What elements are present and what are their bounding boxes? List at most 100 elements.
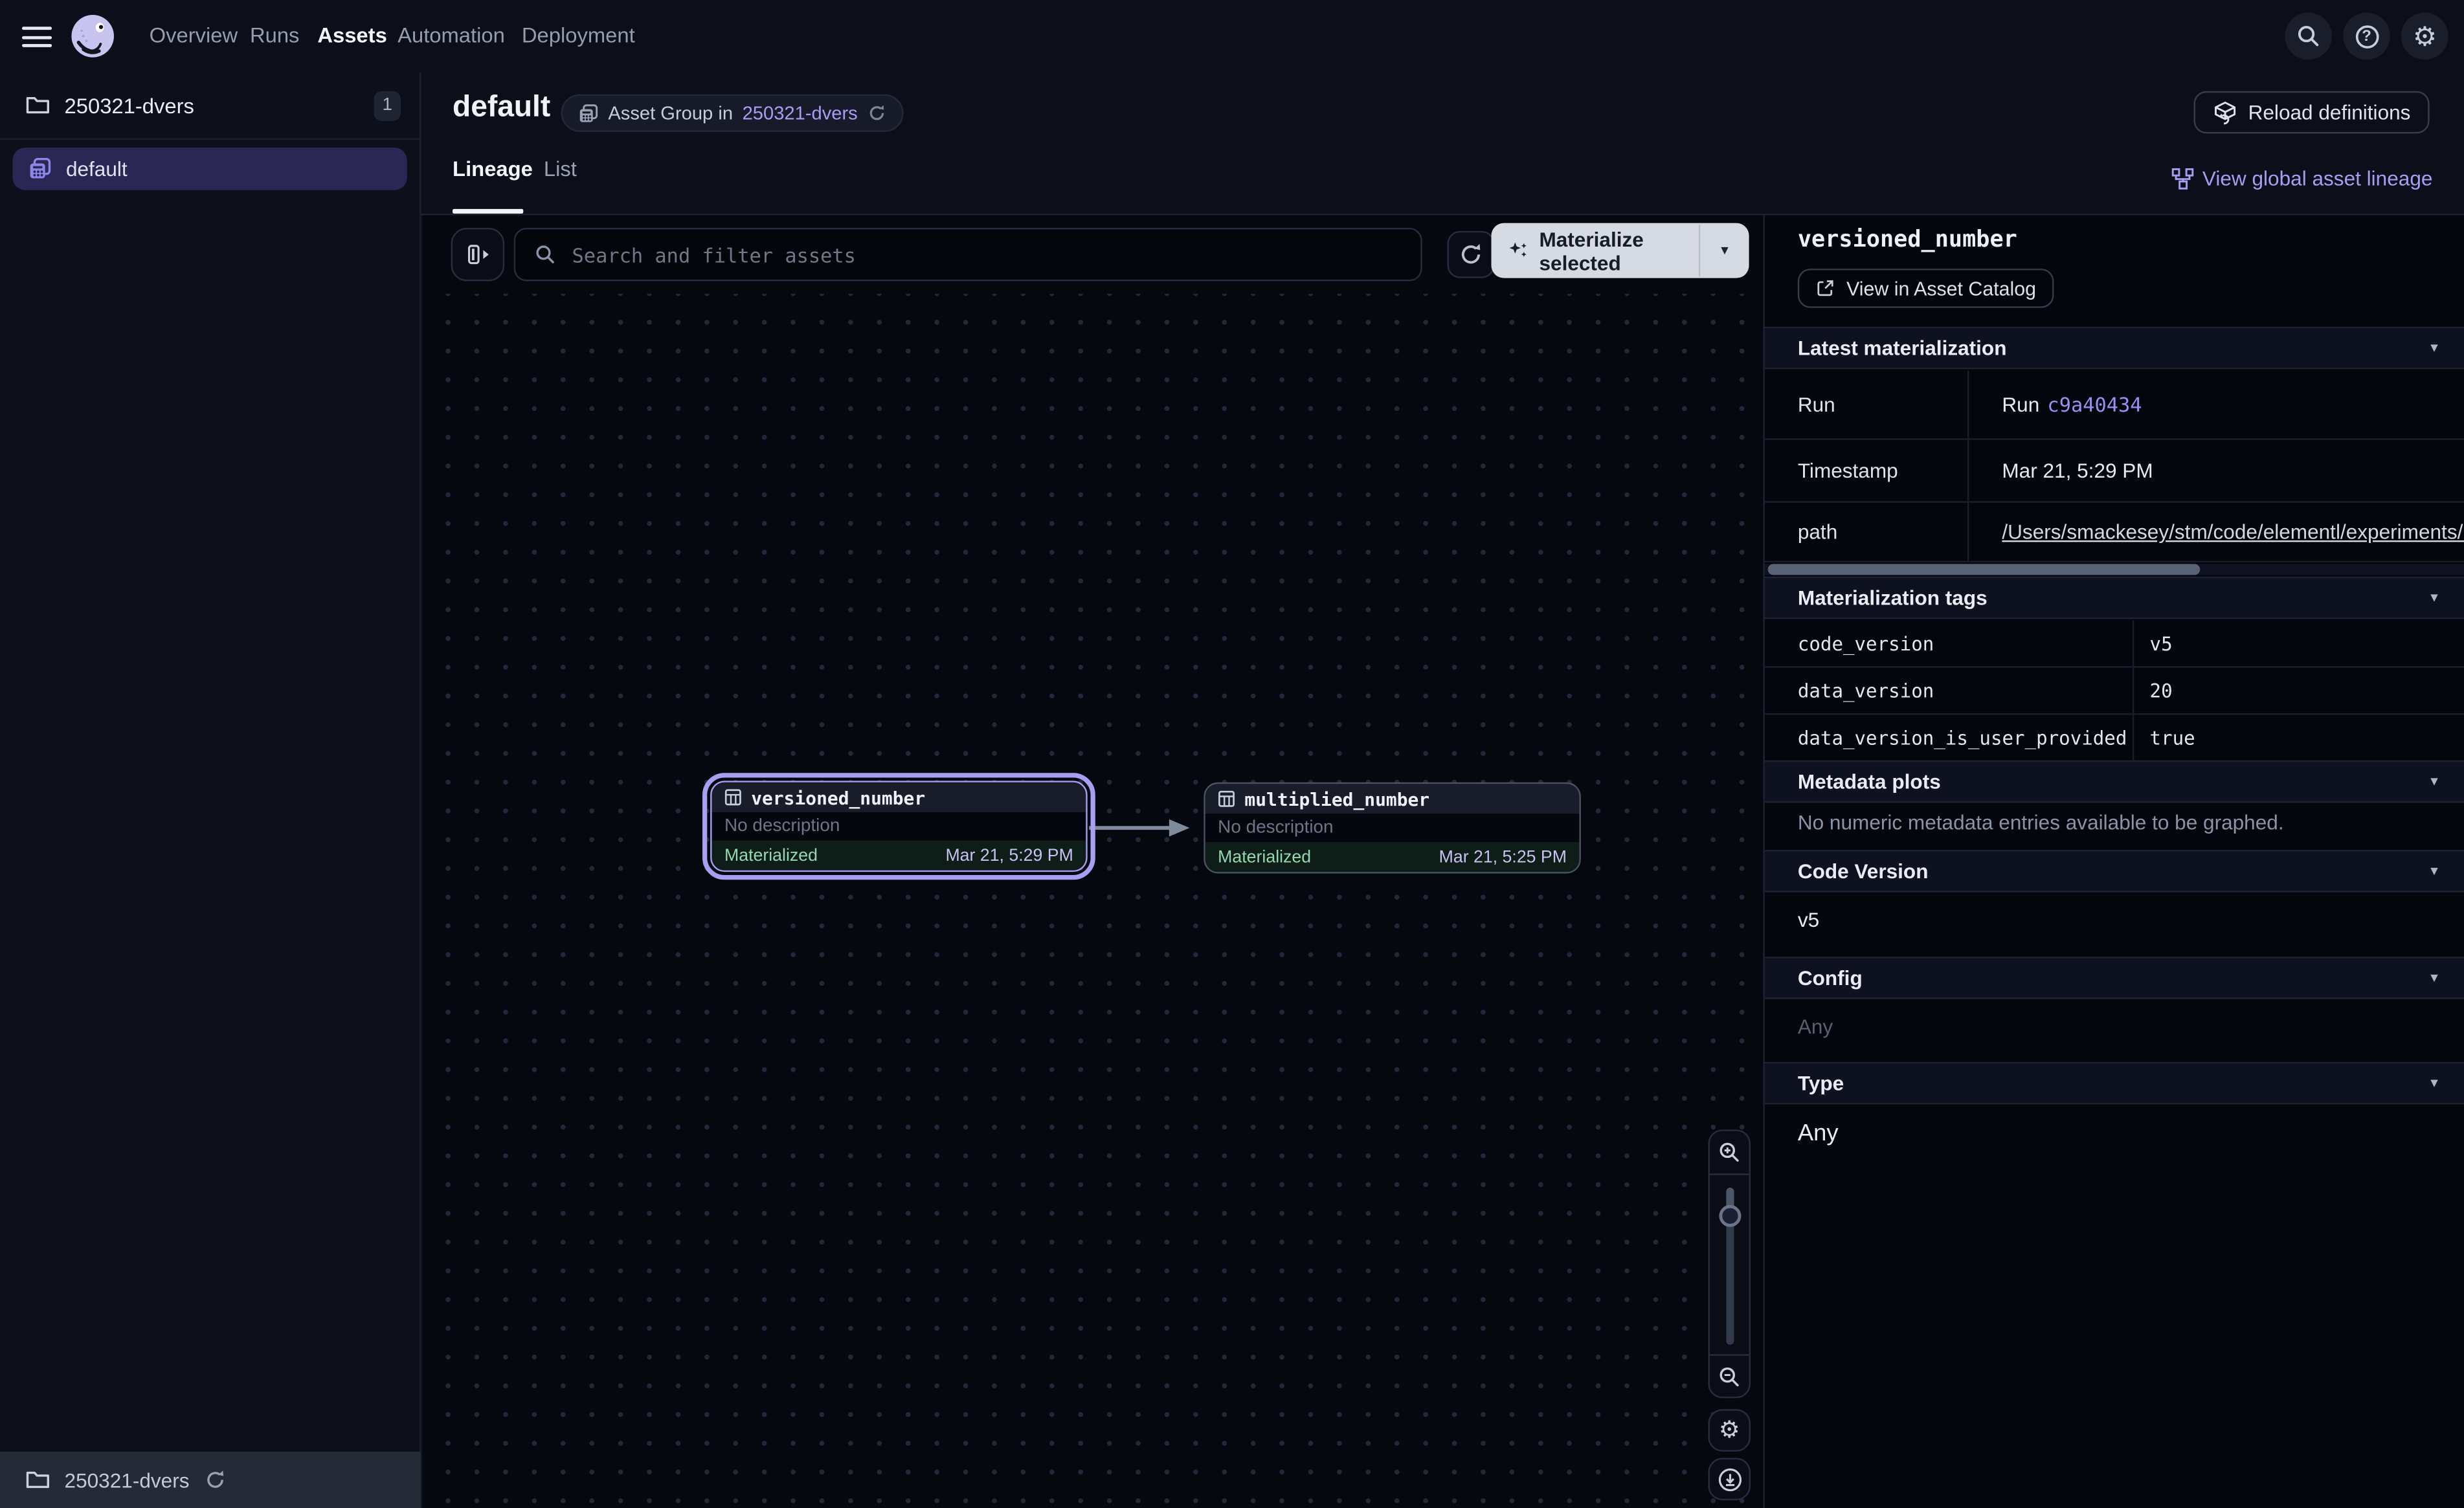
sidebar-repo-row[interactable]: 250321-dvers 1 — [0, 72, 420, 139]
materialize-selected-button[interactable]: Materialize selected ▼ — [1492, 223, 1749, 278]
table-icon — [724, 789, 742, 806]
nav-item-overview[interactable]: Overview — [150, 0, 238, 72]
materialized-timestamp: Mar 21, 5:29 PM — [945, 846, 1073, 865]
asset-node-multiplied-number[interactable]: multiplied_number No description Materia… — [1204, 782, 1581, 874]
section-header-code-version[interactable]: Code Version ▼ — [1765, 850, 2464, 893]
folder-icon — [25, 94, 50, 116]
chevron-down-icon: ▼ — [2428, 1076, 2440, 1091]
horizontal-scrollbar-thumb[interactable] — [1768, 564, 2201, 575]
search-input[interactable] — [569, 241, 1402, 268]
path-link[interactable]: /Users/smackesey/stm/code/elementl/exper… — [2002, 520, 2464, 543]
zoom-slider-thumb[interactable] — [1718, 1205, 1740, 1227]
section-header-latest-materialization[interactable]: Latest materialization ▼ — [1765, 327, 2464, 370]
hamburger-menu-icon[interactable] — [22, 27, 52, 47]
section-label: Code Version — [1798, 859, 1929, 883]
run-id-link[interactable]: c9a40434 — [2047, 393, 2142, 416]
badge-repo-link[interactable]: 250321-dvers — [743, 102, 858, 124]
download-graph-button[interactable] — [1708, 1458, 1751, 1501]
section-header-metadata-plots[interactable]: Metadata plots ▼ — [1765, 760, 2464, 803]
refresh-icon[interactable] — [867, 104, 886, 122]
type-value: Any — [1798, 1120, 1839, 1147]
view-global-asset-lineage-label: View global asset lineage — [2202, 166, 2433, 190]
refresh-icon — [1459, 242, 1484, 267]
repo-asset-count-badge: 1 — [374, 91, 401, 120]
view-global-asset-lineage-link[interactable]: View global asset lineage — [2171, 166, 2432, 190]
reload-definitions-button[interactable]: Reload definitions — [2193, 91, 2430, 134]
footer-location-label: 250321-dvers — [65, 1468, 190, 1491]
tab-list[interactable]: List — [544, 157, 577, 181]
asset-node-name: versioned_number — [751, 786, 925, 808]
section-header-config[interactable]: Config ▼ — [1765, 957, 2464, 999]
row-key: Run — [1765, 371, 1969, 438]
graph-settings-button[interactable]: ⚙ — [1708, 1409, 1751, 1452]
asset-details-panel: versioned_number View in Asset Catalog L… — [1763, 216, 2464, 1508]
code-version-value: v5 — [1798, 908, 1819, 931]
dagster-app: Overview Runs Assets Automation Deployme… — [0, 0, 2464, 1508]
dagster-logo-icon[interactable] — [69, 12, 117, 60]
row-key: code_version — [1765, 621, 2134, 666]
materialized-timestamp: Mar 21, 5:25 PM — [1439, 848, 1567, 867]
materialized-status: Materialized — [724, 846, 818, 865]
asset-node-description: No description — [712, 812, 1086, 841]
settings-button[interactable]: ⚙ — [2401, 12, 2448, 60]
asset-search-box — [514, 228, 1422, 282]
section-header-type[interactable]: Type ▼ — [1765, 1062, 2464, 1105]
horizontal-scrollbar-track[interactable] — [1765, 564, 2464, 575]
folder-icon — [25, 1469, 50, 1491]
nav-item-runs[interactable]: Runs — [250, 0, 299, 72]
row-value: Run c9a40434 — [1969, 371, 2464, 438]
row-value: 20 — [2134, 668, 2464, 713]
view-in-asset-catalog-label: View in Asset Catalog — [1846, 277, 2036, 299]
section-label: Config — [1798, 966, 1863, 990]
graph-canvas[interactable] — [423, 294, 1763, 1508]
row-key: data_version — [1765, 668, 2134, 713]
run-prefix: Run — [2002, 393, 2039, 416]
materialize-selected-main[interactable]: Materialize selected — [1492, 223, 1699, 278]
nav-item-automation[interactable]: Automation — [398, 0, 505, 72]
row-key: path — [1765, 503, 1969, 561]
zoom-control-group — [1708, 1129, 1751, 1398]
search-icon — [534, 243, 556, 265]
section-label: Materialization tags — [1798, 586, 1988, 609]
sidebar-item-label: default — [66, 157, 128, 181]
lineage-graph-pane: Materialize selected ▼ versioned_number — [423, 216, 1763, 1508]
materialize-dropdown-toggle[interactable]: ▼ — [1700, 223, 1749, 278]
badge-prefix: Asset Group in — [608, 102, 733, 124]
chevron-down-icon: ▼ — [2428, 971, 2440, 985]
table-icon — [1218, 790, 1235, 808]
nav-item-deployment[interactable]: Deployment — [522, 0, 635, 72]
zoom-slider[interactable] — [1710, 1173, 1749, 1356]
sparkle-icon — [1508, 239, 1528, 262]
sidebar-divider — [0, 139, 420, 140]
reload-definitions-label: Reload definitions — [2248, 100, 2411, 124]
row-value: true — [2134, 715, 2464, 760]
chevron-down-icon: ▼ — [2428, 775, 2440, 789]
nav-item-assets[interactable]: Assets — [317, 0, 386, 72]
search-button[interactable] — [2285, 12, 2332, 60]
asset-node-name: multiplied_number — [1244, 788, 1429, 810]
sidebar-item-default-group[interactable]: default — [12, 148, 407, 190]
active-tab-underline — [453, 209, 523, 214]
row-value: Mar 21, 5:29 PM — [1969, 440, 2464, 502]
section-label: Metadata plots — [1798, 770, 1941, 793]
repo-name: 250321-dvers — [65, 93, 360, 116]
help-button[interactable]: ? — [2343, 12, 2390, 60]
download-icon — [1717, 1467, 1742, 1492]
external-link-icon — [1815, 278, 1836, 299]
metadata-plots-empty-message: No numeric metadata entries available to… — [1798, 810, 2284, 834]
refresh-graph-button[interactable] — [1448, 231, 1495, 278]
zoom-in-button[interactable] — [1710, 1131, 1749, 1174]
reload-definitions-icon — [2212, 100, 2237, 125]
section-header-materialization-tags[interactable]: Materialization tags ▼ — [1765, 577, 2464, 619]
zoom-out-button[interactable] — [1710, 1356, 1749, 1399]
refresh-icon[interactable] — [203, 1469, 225, 1491]
tab-lineage[interactable]: Lineage — [453, 157, 533, 181]
lineage-edge-arrow — [1089, 817, 1196, 839]
open-panel-toggle-button[interactable] — [451, 228, 505, 282]
asset-node-versioned-number[interactable]: versioned_number No description Material… — [710, 781, 1088, 872]
materialization-tags-table: code_version v5 data_version 20 data_ver… — [1765, 621, 2464, 762]
top-nav-bar: Overview Runs Assets Automation Deployme… — [0, 0, 2464, 72]
gear-icon: ⚙ — [1719, 1419, 1740, 1442]
view-in-asset-catalog-button[interactable]: View in Asset Catalog — [1798, 269, 2054, 308]
search-icon — [2296, 23, 2321, 49]
